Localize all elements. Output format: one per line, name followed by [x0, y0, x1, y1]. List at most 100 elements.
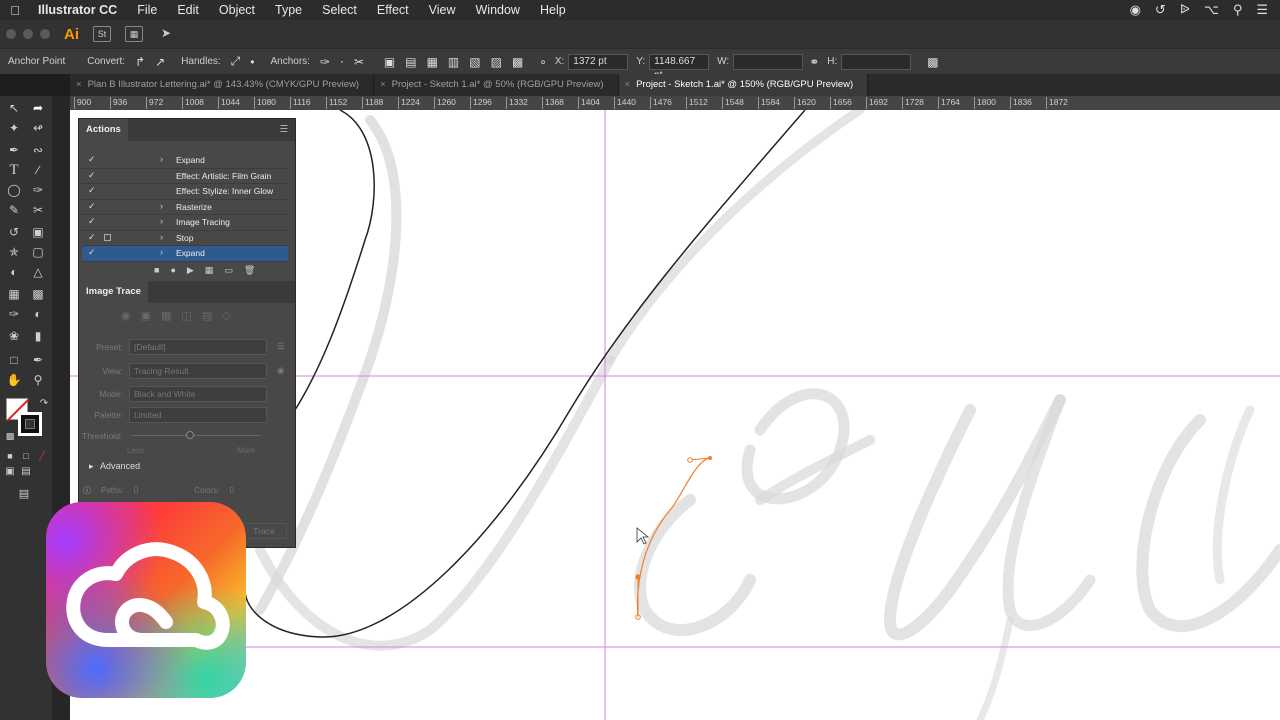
delete-icon[interactable]: 🗑 [244, 265, 255, 276]
auto-color-icon[interactable]: ◉ [121, 309, 131, 322]
isolate-icon[interactable]: ▩ [927, 55, 938, 69]
expand-triangle-icon[interactable]: › [160, 247, 163, 257]
y-field[interactable]: 1148.667 pt [649, 53, 710, 81]
close-tab-icon[interactable]: × [625, 79, 631, 90]
link-proportions-icon[interactable]: ⚭ [809, 55, 819, 69]
image-trace-tab[interactable]: Image Trace [79, 281, 148, 303]
advanced-toggle[interactable]: ▸ Advanced [89, 461, 140, 472]
outline-icon[interactable]: ◇ [222, 309, 230, 322]
camera-icon[interactable]: ▣ [141, 309, 151, 322]
free-transform-icon[interactable]: ▢ [28, 242, 48, 262]
shape-builder-icon[interactable]: ◐ [4, 262, 24, 282]
action-row[interactable]: ✓ › Expand [82, 246, 288, 262]
spotlight-icon[interactable]: ⚲ [1233, 2, 1243, 18]
notifications-icon[interactable]: ☰ [1256, 2, 1268, 18]
warp-tool-icon[interactable]: ✯ [4, 242, 24, 262]
menu-file[interactable]: File [127, 3, 167, 17]
menu-select[interactable]: Select [312, 3, 367, 17]
menu-help[interactable]: Help [530, 3, 576, 17]
actions-tab[interactable]: Actions [79, 119, 128, 141]
type-tool-icon[interactable]: T [4, 160, 24, 180]
threshold-slider-knob[interactable] [186, 431, 194, 439]
eyedropper-tool-icon[interactable]: ✑ [4, 304, 24, 324]
close-window-button[interactable] [6, 29, 16, 39]
menu-edit[interactable]: Edit [167, 3, 209, 17]
ellipse-tool-icon[interactable]: ◯ [4, 180, 24, 200]
line-tool-icon[interactable]: ∕ [28, 160, 48, 180]
checkmark-icon[interactable]: ✓ [88, 170, 96, 181]
image-trace-header[interactable]: Image Trace [79, 281, 295, 303]
eye-icon[interactable]: ◉ [277, 365, 284, 376]
tab-document-3[interactable]: × Project - Sketch 1.ai* @ 150% (RGB/GPU … [618, 74, 869, 96]
align-middle-icon[interactable]: ▨ [491, 55, 502, 69]
direct-selection-tool-icon[interactable]: ➦ [28, 98, 48, 118]
adobe-stock-button[interactable]: St [93, 26, 111, 42]
scissors-tool-icon[interactable]: ✂ [28, 200, 48, 220]
horizontal-ruler[interactable]: 900 936 972 1008 1044 1080 1116 1152 1188 1224 126… [70, 96, 1280, 110]
checkmark-icon[interactable]: ✓ [88, 232, 96, 243]
time-machine-icon[interactable]: ↺ [1155, 2, 1166, 18]
action-row[interactable]: ✓ › Rasterize [82, 200, 288, 215]
expand-triangle-icon[interactable]: › [160, 232, 163, 242]
align-top-icon[interactable]: ▧ [469, 55, 480, 69]
mode-select[interactable]: Black and White [129, 386, 267, 402]
blend-tool-icon[interactable]: ◐ [28, 304, 48, 324]
gradient-tool-icon[interactable]: ▩ [28, 284, 48, 304]
stroke-swatch[interactable] [18, 412, 42, 436]
action-row[interactable]: ✓ Effect: Artistic: Film Grain [82, 169, 288, 184]
menu-type[interactable]: Type [265, 3, 312, 17]
tab-document-2[interactable]: × Project - Sketch 1.ai* @ 50% (RGB/GPU P… [374, 74, 619, 96]
threshold-slider[interactable] [131, 435, 261, 436]
align-right-icon[interactable]: ▥ [448, 55, 459, 69]
actions-panel-header[interactable]: Actions ☰ [79, 119, 295, 141]
checkmark-icon[interactable]: ✓ [88, 185, 96, 196]
send-icon[interactable]: ➤ [157, 26, 175, 42]
expand-triangle-icon[interactable]: › [160, 201, 163, 211]
action-row[interactable]: ✓ Effect: Stylize: Inner Glow [82, 184, 288, 200]
symbol-sprayer-icon[interactable]: ❀ [4, 326, 24, 346]
black-white-icon[interactable]: ▤ [202, 309, 212, 322]
menu-window[interactable]: Window [466, 3, 530, 17]
bluetooth-icon[interactable]: ᐉ [1180, 2, 1190, 18]
perspective-grid-icon[interactable]: △ [28, 262, 48, 282]
view-select[interactable]: Tracing Result [129, 363, 267, 379]
palette-select[interactable]: Limited [129, 407, 267, 423]
zoom-tool-icon[interactable]: ⚲ [28, 370, 48, 390]
new-action-icon[interactable]: ▭ [224, 265, 233, 276]
swap-fill-stroke-icon[interactable]: ↷ [34, 394, 54, 414]
arrange-documents-icon[interactable]: ▦ [125, 26, 143, 42]
menu-effect[interactable]: Effect [367, 3, 419, 17]
connect-anchor-icon[interactable]: ⋅ [340, 55, 344, 69]
curvature-tool-icon[interactable]: ∾ [28, 140, 48, 160]
rotate-tool-icon[interactable]: ↺ [4, 222, 24, 242]
pencil-tool-icon[interactable]: ✎ [4, 200, 24, 220]
scale-tool-icon[interactable]: ▣ [28, 222, 48, 242]
convert-corner-icon[interactable]: ↱ [135, 55, 145, 69]
pen-tool-icon[interactable]: ✒ [4, 140, 24, 160]
app-name-menu[interactable]: Illustrator CC [30, 3, 127, 17]
w-field[interactable] [733, 53, 804, 70]
close-tab-icon[interactable]: × [76, 79, 82, 90]
stop-recording-icon[interactable]: ■ [154, 265, 159, 276]
preset-menu-icon[interactable]: ☰ [277, 341, 285, 352]
magic-wand-icon[interactable]: ✦ [4, 118, 24, 138]
default-colors-icon[interactable]: ▩ [0, 426, 20, 446]
mesh-tool-icon[interactable]: ▦ [4, 284, 24, 304]
panel-menu-icon[interactable]: ☰ [272, 119, 295, 141]
graph-tool-icon[interactable]: ▮ [28, 326, 48, 346]
grayscale-icon[interactable]: ◫ [181, 309, 191, 322]
hide-handles-icon[interactable]: • [250, 55, 254, 69]
close-tab-icon[interactable]: × [380, 79, 386, 90]
zoom-window-button[interactable] [40, 29, 50, 39]
remove-anchor-icon[interactable]: ✑ [320, 55, 330, 69]
paintbrush-tool-icon[interactable]: ✑ [28, 180, 48, 200]
action-row[interactable]: ✓ › Expand [82, 153, 288, 169]
apple-icon[interactable]:  [0, 3, 30, 18]
align-left-icon[interactable]: ▤ [405, 55, 416, 69]
reference-point-icon[interactable]: ∘ [539, 55, 547, 69]
expand-triangle-icon[interactable]: › [160, 154, 163, 164]
preset-select[interactable]: [Default] [129, 339, 267, 355]
dialog-toggle-icon[interactable] [104, 233, 111, 241]
align-to-icon[interactable]: ▣ [384, 55, 395, 69]
menu-object[interactable]: Object [209, 3, 265, 17]
